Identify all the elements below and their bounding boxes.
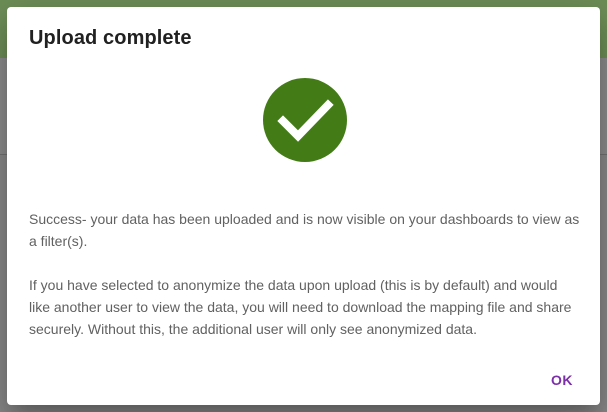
success-message: Success- your data has been uploaded and… bbox=[29, 211, 580, 249]
dialog-title: Upload complete bbox=[29, 27, 192, 49]
anonymize-message: If you have selected to anonymize the da… bbox=[29, 277, 572, 337]
ok-button[interactable]: OK bbox=[545, 367, 579, 393]
upload-complete-dialog: Upload complete Success- your data has b… bbox=[7, 7, 600, 405]
check-circle-icon bbox=[263, 78, 347, 162]
